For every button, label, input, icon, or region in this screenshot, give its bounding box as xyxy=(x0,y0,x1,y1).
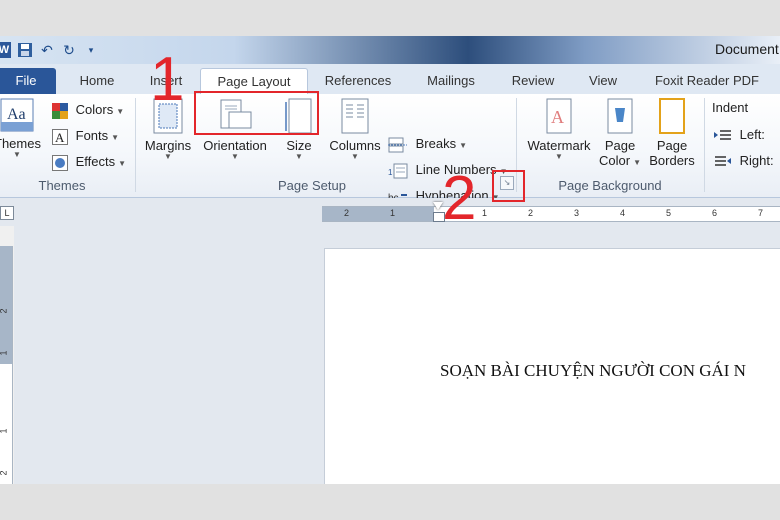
svg-text:A: A xyxy=(55,130,65,145)
chevron-down-icon: ▼ xyxy=(351,152,359,161)
vertical-ruler-number: 2 xyxy=(0,470,9,475)
ruler-number: 2 xyxy=(344,208,350,218)
indent-heading: Indent xyxy=(712,100,749,115)
undo-icon[interactable]: ↶ xyxy=(39,42,55,58)
indent-left-label: Left: xyxy=(739,127,765,142)
page-color-label-2: Color xyxy=(599,153,631,168)
colors-icon xyxy=(52,102,68,119)
document-workspace: SOẠN BÀI CHUYỆN NGƯỜI CON GÁI N xyxy=(14,226,780,484)
ruler-number: 1 xyxy=(482,208,488,218)
margins-label: Margins xyxy=(144,138,192,153)
ruler-number: 6 xyxy=(712,208,718,218)
ruler-number: 5 xyxy=(666,208,672,218)
ruler-number: 1 xyxy=(390,208,396,218)
page-color-button[interactable]: Page Color ▼ xyxy=(598,98,642,168)
line-numbers-icon: 1 xyxy=(388,163,408,179)
themes-icon: Aa xyxy=(0,98,34,132)
page-setup-group-label: Page Setup xyxy=(278,178,346,193)
themes-group-label: Themes xyxy=(38,178,86,193)
quick-access-toolbar: W ↶ ↻ ▾ xyxy=(0,39,99,61)
tab-references[interactable]: References xyxy=(320,68,396,94)
ruler-number: 3 xyxy=(574,208,580,218)
tab-mailings[interactable]: Mailings xyxy=(418,68,484,94)
chevron-down-icon: ▼ xyxy=(555,152,563,161)
page-color-label-1: Page xyxy=(604,138,636,153)
tab-view[interactable]: View xyxy=(582,68,624,94)
tab-foxit-reader-pdf[interactable]: Foxit Reader PDF xyxy=(644,68,770,94)
indent-right-icon xyxy=(715,155,731,166)
word-window: W ↶ ↻ ▾ Document File Home Insert Page L… xyxy=(0,36,780,484)
page-borders-label-1: Page xyxy=(656,138,688,153)
themes-label: Themes xyxy=(0,136,41,151)
ruler-left-margin xyxy=(322,207,434,221)
annotation-step-1: 1 xyxy=(150,45,185,114)
tab-home[interactable]: Home xyxy=(70,68,124,94)
breaks-icon xyxy=(388,137,407,153)
vertical-ruler-top-margin xyxy=(0,246,12,364)
fonts-label: Fonts xyxy=(75,128,109,143)
ruler-number: 2 xyxy=(528,208,534,218)
chevron-down-icon: ▼ xyxy=(13,150,21,159)
page-borders-label-2: Borders xyxy=(649,153,695,168)
breaks-button[interactable]: Breaks ▼ xyxy=(388,134,467,154)
document-heading-text[interactable]: SOẠN BÀI CHUYỆN NGƯỜI CON GÁI N xyxy=(440,361,746,381)
tab-file[interactable]: File xyxy=(0,68,56,94)
page-setup-launcher-highlight xyxy=(492,170,525,202)
columns-label: Columns xyxy=(329,138,381,153)
indent-left-icon xyxy=(714,129,731,140)
page-borders-icon xyxy=(659,98,685,134)
page-color-icon xyxy=(607,98,633,134)
page-borders-button[interactable]: Page Borders xyxy=(646,98,698,168)
fonts-icon: A xyxy=(52,128,68,145)
themes-button[interactable]: Aa Themes ▼ xyxy=(0,98,41,159)
ribbon-tabs: File Home Insert Page Layout References … xyxy=(0,64,780,96)
tab-review[interactable]: Review xyxy=(505,68,561,94)
effects-button[interactable]: Effects ▼ xyxy=(52,152,126,172)
chevron-down-icon: ▼ xyxy=(231,152,239,161)
word-app-icon[interactable]: W xyxy=(0,42,11,58)
vertical-ruler-number: 1 xyxy=(0,350,9,355)
page-background-group-label: Page Background xyxy=(558,178,662,193)
ruler-bar: L 2 1 1 2 3 4 5 6 7 xyxy=(0,198,780,226)
svg-text:A: A xyxy=(551,107,564,127)
save-icon[interactable] xyxy=(17,42,33,58)
redo-icon[interactable]: ↻ xyxy=(61,42,77,58)
indent-left-field[interactable]: Left: xyxy=(714,125,765,145)
tab-selector[interactable]: L xyxy=(0,206,14,220)
annotation-step-2: 2 xyxy=(442,164,477,233)
chevron-down-icon: ▼ xyxy=(164,152,172,161)
watermark-button[interactable]: A Watermark ▼ xyxy=(522,98,596,161)
size-label: Size xyxy=(286,138,312,153)
columns-button[interactable]: Columns ▼ xyxy=(326,98,384,161)
group-divider xyxy=(135,98,136,192)
columns-icon xyxy=(341,98,369,134)
group-divider xyxy=(704,98,705,192)
customize-qat-icon[interactable]: ▾ xyxy=(83,42,99,58)
document-page[interactable]: SOẠN BÀI CHUYỆN NGƯỜI CON GÁI N xyxy=(324,248,780,484)
orientation-label: Orientation xyxy=(203,138,267,153)
colors-button[interactable]: Colors ▼ xyxy=(52,100,124,120)
vertical-ruler-number: 2 xyxy=(0,308,9,313)
ruler-number: 7 xyxy=(758,208,764,218)
svg-text:1: 1 xyxy=(388,168,393,177)
breaks-label: Breaks xyxy=(415,136,457,151)
vertical-ruler-number: 1 xyxy=(0,428,9,433)
document-title: Document xyxy=(715,41,779,57)
page-layout-tab-highlight xyxy=(194,91,319,135)
ribbon: Aa Themes ▼ Colors▼ A Fonts▼ Effects▼ Th… xyxy=(0,94,780,204)
effects-label: Effects xyxy=(75,154,116,169)
svg-text:Aa: Aa xyxy=(7,106,26,123)
indent-right-field[interactable]: Right: xyxy=(714,151,774,171)
vertical-ruler[interactable]: 2 1 1 2 xyxy=(0,246,13,484)
ruler-number: 4 xyxy=(620,208,626,218)
fonts-button[interactable]: A Fonts ▼ xyxy=(52,126,119,146)
horizontal-ruler[interactable]: 2 1 1 2 3 4 5 6 7 xyxy=(322,206,780,222)
chevron-down-icon: ▼ xyxy=(295,152,303,161)
title-bar: W ↶ ↻ ▾ Document xyxy=(0,36,780,64)
colors-label: Colors xyxy=(75,102,114,117)
watermark-icon: A xyxy=(546,98,572,134)
watermark-label: Watermark xyxy=(527,138,591,153)
effects-icon xyxy=(52,154,68,171)
indent-right-label: Right: xyxy=(739,153,774,168)
